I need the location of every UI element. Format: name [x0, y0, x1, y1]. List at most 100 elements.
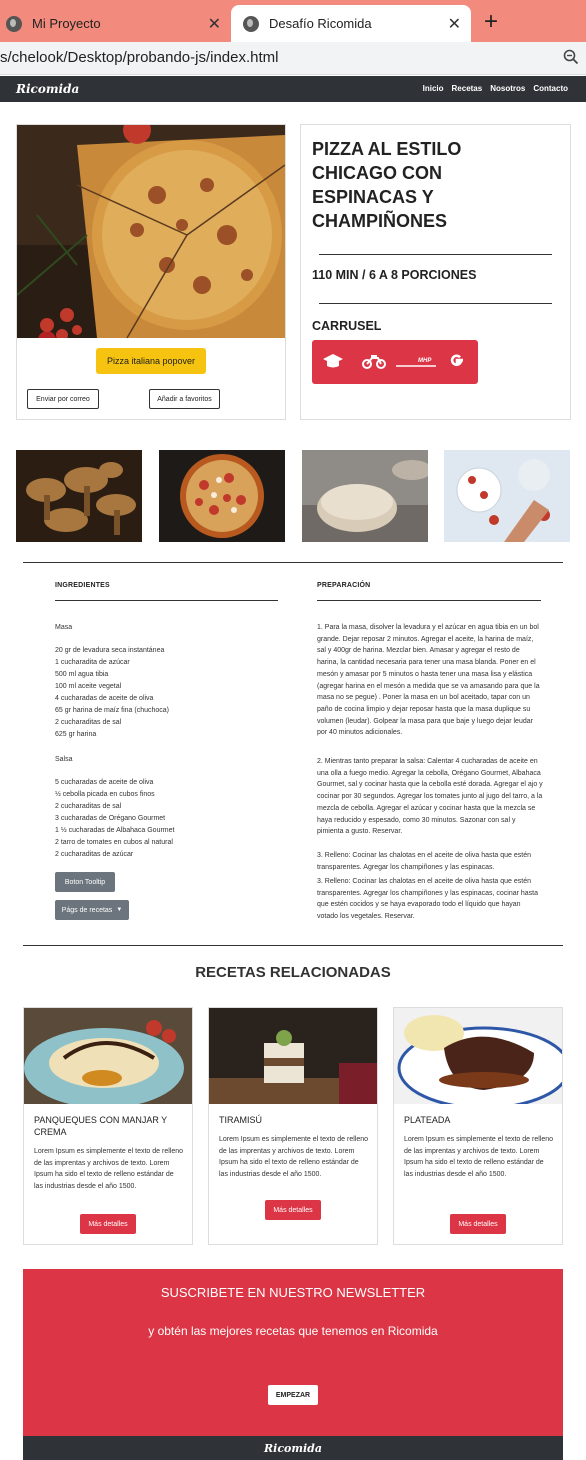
nav-links: Inicio Recetas Nosotros Contacto	[423, 84, 568, 93]
recipe-title: PIZZA AL ESTILO CHICAGO CON ESPINACAS Y …	[312, 137, 552, 233]
divider	[317, 600, 541, 601]
nav-link-recetas[interactable]: Recetas	[452, 84, 483, 93]
recipe-card: TIRAMISÚ Lorem Ipsum es simplemente el t…	[208, 1007, 378, 1245]
divider	[319, 254, 552, 255]
graduation-cap-icon	[323, 354, 343, 368]
more-details-button[interactable]: Más detalles	[450, 1214, 506, 1234]
more-details-button[interactable]: Más detalles	[80, 1214, 136, 1234]
thumbnail-dough	[302, 450, 428, 542]
address-bar[interactable]: s/chelook/Desktop/probando-js/index.html	[0, 42, 586, 75]
tooltip-button[interactable]: Boton Tooltip	[55, 872, 115, 892]
tab-mi-proyecto[interactable]: Mi Proyecto ✕	[0, 5, 231, 42]
list-item: 20 gr de levadura seca instantánea	[55, 647, 165, 654]
masa-title: Masa	[55, 624, 73, 631]
recipe-info-card: PIZZA AL ESTILO CHICAGO CON ESPINACAS Y …	[300, 124, 571, 420]
recipe-card: PANQUEQUES CON MANJAR Y CREMA Lorem Ipsu…	[23, 1007, 193, 1245]
thumbnail-cooking	[444, 450, 570, 542]
recipe-card-title: PLATEADA	[404, 1115, 451, 1125]
prep-step: 3. Relleno: Cocinar las chalotas en el a…	[317, 852, 532, 871]
list-item: 2 cucharaditas de azúcar	[55, 851, 134, 858]
recipe-card-image	[24, 1008, 192, 1104]
salsa-ingredients-list: 5 cucharadas de aceite de oliva ½ ceboll…	[55, 777, 174, 861]
motorcycle-icon	[362, 355, 386, 369]
nav-link-nosotros[interactable]: Nosotros	[490, 84, 525, 93]
recipe-card-image	[394, 1008, 562, 1104]
list-item: 2 cucharaditas de sal	[55, 803, 122, 810]
divider	[55, 600, 278, 601]
footer-brand[interactable]: Ricomida	[23, 1442, 563, 1455]
list-item: 1 ½ cucharadas de Albahaca Gourmet	[55, 827, 175, 834]
tab-title: Desafío Ricomida	[269, 16, 372, 31]
more-details-button[interactable]: Más detalles	[265, 1200, 321, 1220]
recipe-title-line: PIZZA AL ESTILO	[312, 139, 462, 159]
recipe-time-servings: 110 MIN / 6 A 8 PORCIONES	[312, 268, 477, 282]
list-item: 2 tarro de tomates en cubos al natural	[55, 839, 173, 846]
newsletter-title: SUSCRIBETE EN NUESTRO NEWSLETTER	[160, 1285, 426, 1300]
add-favorites-button[interactable]: Añadir a favoritos	[149, 389, 220, 409]
list-item: 1 cucharadita de azúcar	[55, 659, 130, 666]
ingredients-heading: INGREDIENTES	[55, 582, 110, 589]
pizza-hero-image	[17, 125, 285, 338]
nav-link-contacto[interactable]: Contacto	[533, 84, 568, 93]
recipe-card-title: TIRAMISÚ	[219, 1115, 263, 1125]
list-item: 3 cucharadas de Orégano Gourmet	[55, 815, 166, 822]
carousel[interactable]: MHP	[312, 340, 478, 384]
preparation-heading: PREPARACIÓN	[317, 582, 371, 589]
brand-logo[interactable]: Ricomida	[16, 82, 79, 96]
dropdown-label: Págs de recetas	[61, 906, 113, 914]
pizza-popover-button[interactable]: Pizza italiana popover	[96, 348, 206, 374]
divider	[319, 303, 552, 304]
list-item: 4 cucharadas de aceite de oliva	[55, 695, 154, 702]
new-tab-button[interactable]: +	[484, 8, 498, 36]
thumbnail-mushrooms	[16, 450, 142, 542]
globe-icon	[243, 15, 259, 32]
site-navbar: Ricomida Inicio Recetas Nosotros Contact…	[0, 76, 586, 102]
svg-text:MHP: MHP	[418, 358, 432, 364]
recipe-card-title: PANQUEQUES CON MANJAR Y CREMA	[34, 1115, 168, 1137]
zoom-icon[interactable]	[562, 48, 580, 66]
prep-step: 1. Para la masa, disolver la levadura y …	[317, 624, 540, 737]
carousel-label: CARRUSEL	[312, 319, 382, 333]
list-item: 65 gr harina de maíz fina (chuchoca)	[55, 707, 170, 714]
recipe-title-line: CHAMPIÑONES	[312, 211, 448, 231]
recipe-title-line: CHICAGO CON	[312, 163, 442, 183]
list-item: 625 gr harina	[55, 731, 97, 738]
brand-logo-icon: MHP	[396, 358, 436, 367]
recipe-card-text: Lorem Ipsum es simplemente el texto de r…	[404, 1136, 554, 1178]
send-email-button[interactable]: Enviar por correo	[27, 389, 99, 409]
related-recipes-title: RECETAS RELACIONADAS	[195, 964, 391, 981]
browser-tab-bar: Mi Proyecto ✕ Desafío Ricomida ✕ +	[0, 0, 586, 42]
section-divider	[23, 562, 563, 563]
newsletter-subtitle: y obtén las mejores recetas que tenemos …	[148, 1324, 438, 1338]
section-divider	[23, 945, 563, 946]
list-item: ½ cebolla picada en cubos finos	[55, 791, 155, 798]
url-text[interactable]: s/chelook/Desktop/probando-js/index.html	[0, 49, 278, 66]
close-icon[interactable]: ✕	[208, 14, 221, 34]
tab-title: Mi Proyecto	[32, 16, 101, 31]
recipe-card-text: Lorem Ipsum es simplemente el texto de r…	[34, 1148, 184, 1190]
list-item: 5 cucharadas de aceite de oliva	[55, 779, 154, 786]
footer: Ricomida	[23, 1436, 563, 1460]
list-item: 500 ml agua tibia	[55, 671, 109, 678]
start-button[interactable]: EMPEZAR	[268, 1385, 318, 1405]
hero-image-card: Pizza italiana popover Enviar por correo…	[16, 124, 286, 420]
tab-desafio-ricomida[interactable]: Desafío Ricomida ✕	[231, 5, 471, 42]
nav-link-inicio[interactable]: Inicio	[423, 84, 444, 93]
close-icon[interactable]: ✕	[448, 14, 461, 34]
recipe-card: PLATEADA Lorem Ipsum es simplemente el t…	[393, 1007, 563, 1245]
list-item: 100 ml aceite vegetal	[55, 683, 122, 690]
list-item: 2 cucharaditas de sal	[55, 719, 122, 726]
recipe-card-image	[209, 1008, 377, 1104]
prep-step: 3. Relleno: Cocinar las chalotas en el a…	[317, 878, 539, 921]
globe-icon	[6, 15, 22, 32]
google-icon	[450, 354, 463, 367]
masa-ingredients-list: 20 gr de levadura seca instantánea 1 cuc…	[55, 645, 169, 741]
salsa-title: Salsa	[55, 756, 73, 763]
caret-down-icon: ▼	[116, 907, 123, 913]
prep-step: 2. Mientras tanto preparar la salsa: Cal…	[317, 758, 543, 836]
thumbnail-pizza	[159, 450, 285, 542]
recipe-card-text: Lorem Ipsum es simplemente el texto de r…	[219, 1136, 369, 1178]
newsletter-section: SUSCRIBETE EN NUESTRO NEWSLETTER y obtén…	[23, 1269, 563, 1436]
recipes-dropdown-button[interactable]: Págs de recetas ▼	[55, 900, 129, 920]
recipe-title-line: ESPINACAS Y	[312, 187, 434, 207]
